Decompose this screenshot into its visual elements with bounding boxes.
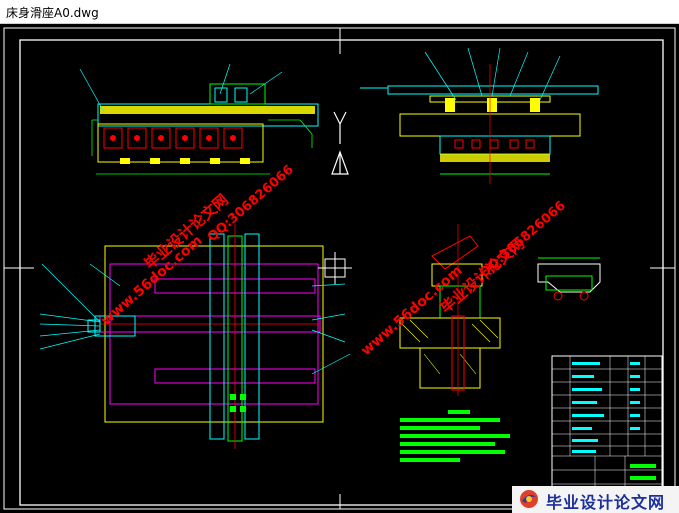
watermark-qq-right: QQ:306826066 xyxy=(477,198,569,281)
logo-text: 毕业设计论文网 xyxy=(546,493,666,512)
rail-profile-view xyxy=(537,257,601,301)
site-logo: 毕业设计论文网 xyxy=(512,486,679,513)
plan-view xyxy=(39,224,352,449)
ucs-y-axis-icon xyxy=(331,111,349,175)
title-block-table xyxy=(551,355,663,507)
technical-notes-block xyxy=(400,410,510,462)
side-elevation-view xyxy=(360,47,599,184)
front-elevation-view xyxy=(79,63,319,175)
window-title: 床身滑座A0.dwg xyxy=(6,6,99,20)
cad-drawing[interactable]: www.56doc.com 毕业设计论文网 QQ:306826066 www.5… xyxy=(0,24,679,513)
logo-emblem-icon xyxy=(520,490,538,508)
watermark-right: www.56doc.com 毕业设计论文网 QQ:306826066 xyxy=(358,198,569,359)
watermark-site-left: www.56doc.com xyxy=(98,233,205,329)
window-titlebar: 床身滑座A0.dwg xyxy=(0,0,679,24)
drawing-canvas[interactable]: www.56doc.com 毕业设计论文网 QQ:306826066 www.5… xyxy=(0,24,679,513)
